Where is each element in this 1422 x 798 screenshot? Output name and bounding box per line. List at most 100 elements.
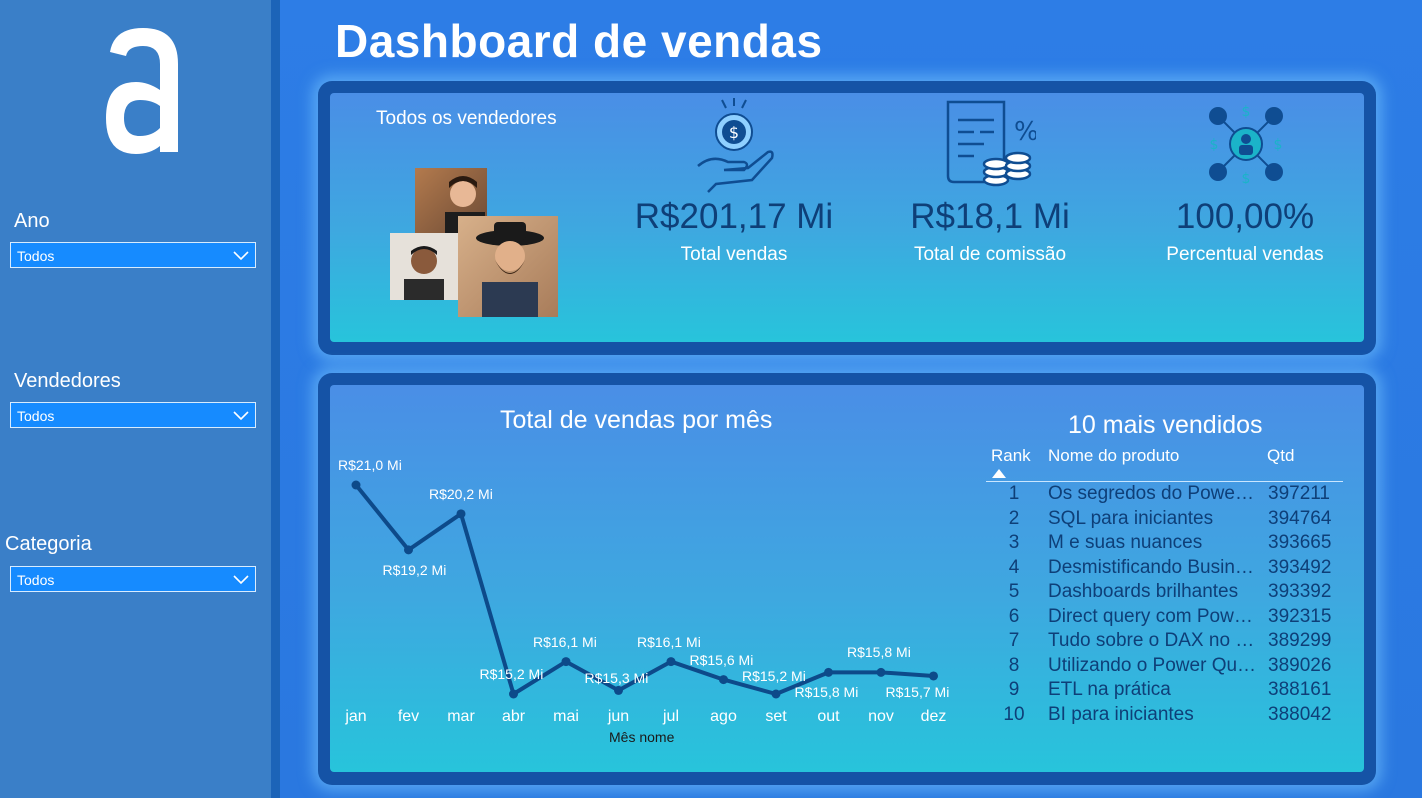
svg-text:$: $ xyxy=(729,123,739,142)
table-row[interactable]: 10 BI para iniciantes 388042 xyxy=(990,704,1340,728)
col-rank-header[interactable]: Rank xyxy=(991,446,1031,466)
data-point[interactable] xyxy=(509,689,518,699)
table-row[interactable]: 4 Desmistificando Business Intelligence 39… xyxy=(990,557,1340,581)
table-header-divider xyxy=(986,481,1343,482)
qty-cell: 388042 xyxy=(1268,703,1332,725)
percentual-vendas-label: Percentual vendas xyxy=(1166,244,1324,265)
x-tick-label: mar xyxy=(447,708,475,725)
rank-cell: 3 xyxy=(1008,532,1020,553)
data-label: R$16,1 Mi xyxy=(637,633,701,650)
x-tick-label: ago xyxy=(710,708,737,725)
chevron-down-icon xyxy=(233,251,249,261)
col-name-header[interactable]: Nome do produto xyxy=(1048,446,1179,466)
product-name-cell: Os segredos do Power BI xyxy=(1048,483,1258,504)
chevron-down-icon xyxy=(233,575,249,585)
rank-cell: 6 xyxy=(1008,605,1020,627)
table-row[interactable]: 7 Tudo sobre o DAX no Power BI 389299 xyxy=(990,630,1340,654)
seller-photo-2 xyxy=(390,233,458,300)
x-tick-label: set xyxy=(765,708,787,725)
data-point[interactable] xyxy=(929,671,938,681)
rank-cell: 5 xyxy=(1008,581,1020,602)
data-label: R$15,8 Mi xyxy=(794,684,859,701)
data-point[interactable] xyxy=(666,657,676,667)
total-comissao-value: R$18,1 Mi xyxy=(910,197,1070,236)
x-tick-label: mai xyxy=(553,708,579,725)
series-line xyxy=(354,483,934,696)
qty-cell: 388161 xyxy=(1268,679,1332,700)
rank-cell: 2 xyxy=(1008,507,1020,529)
svg-text:%: % xyxy=(1014,117,1036,147)
letter-a-logo xyxy=(106,28,178,154)
data-point[interactable] xyxy=(404,545,413,555)
product-name-cell: Tudo sobre o DAX no Power BI xyxy=(1048,630,1258,651)
x-tick-label: jul xyxy=(662,708,679,725)
vendedores-select[interactable]: Todos xyxy=(10,402,256,428)
total-vendas-label: Total vendas xyxy=(680,244,788,265)
product-name-cell: SQL para iniciantes xyxy=(1048,507,1214,529)
data-label: R$15,6 Mi xyxy=(689,651,754,668)
table-row[interactable]: 8 Utilizando o Power Query 389026 xyxy=(990,655,1340,679)
network-dollar-people-icon: $ $ $ $ xyxy=(1209,104,1283,184)
col-rank-label: Rank xyxy=(991,446,1031,465)
data-point[interactable] xyxy=(351,480,361,490)
rank-cell: 4 xyxy=(1008,556,1020,578)
money-hand-icon: $ xyxy=(697,98,774,193)
total-comissao-label: Total de comissão xyxy=(913,244,1067,265)
vendedores-select-value: Todos xyxy=(17,408,55,424)
x-tick-label: jun xyxy=(607,708,630,725)
svg-text:$: $ xyxy=(1242,171,1251,184)
product-name-cell: Direct query com Power BI xyxy=(1048,605,1258,627)
qty-cell: 394764 xyxy=(1268,507,1332,529)
x-tick-label: out xyxy=(817,708,840,725)
ano-select[interactable]: Todos xyxy=(10,242,256,268)
product-name-cell: ETL na prática xyxy=(1048,679,1171,700)
data-point[interactable] xyxy=(456,509,466,519)
chart-title: Total de vendas por mês xyxy=(500,406,773,434)
product-name-cell: M e suas nuances xyxy=(1048,532,1203,553)
table-row[interactable]: 6 Direct query com Power BI 392315 xyxy=(990,606,1340,630)
data-label: R$19,2 Mi xyxy=(382,561,447,578)
percentual-vendas-value: 100,00% xyxy=(1175,197,1315,236)
data-point[interactable] xyxy=(719,675,728,685)
x-tick-label: nov xyxy=(868,708,894,725)
data-label: R$15,3 Mi xyxy=(584,670,649,687)
x-tick-label: jan xyxy=(345,708,367,725)
qty-cell: 393665 xyxy=(1268,532,1332,553)
top10-title: 10 mais vendidos xyxy=(1068,411,1263,439)
data-point[interactable] xyxy=(561,657,571,667)
data-point[interactable] xyxy=(876,667,886,677)
table-row[interactable]: 2 SQL para iniciantes 394764 xyxy=(990,508,1340,532)
data-label: R$15,2 Mi xyxy=(479,666,544,682)
data-label: R$20,2 Mi xyxy=(429,485,493,502)
x-axis-label: Mês nome xyxy=(609,729,675,745)
table-row[interactable]: 1 Os segredos do Power BI 397211 xyxy=(990,483,1340,507)
chevron-down-icon xyxy=(233,411,249,421)
filter-label-vendedores: Vendedores xyxy=(14,370,121,392)
table-row[interactable]: 9 ETL na prática 388161 xyxy=(990,679,1340,703)
x-tick-label: fev xyxy=(397,708,420,725)
total-vendas-value: R$201,17 Mi xyxy=(634,197,834,236)
data-point[interactable] xyxy=(771,689,781,699)
svg-text:$: $ xyxy=(1274,137,1283,153)
data-label: R$21,0 Mi xyxy=(338,457,402,473)
data-point[interactable] xyxy=(824,667,833,677)
x-tick-label: abr xyxy=(501,708,526,725)
table-row[interactable]: 3 M e suas nuances 393665 xyxy=(990,532,1340,556)
table-row[interactable]: 5 Dashboards brilhantes 393392 xyxy=(990,581,1340,605)
sellers-title: Todos os vendedores xyxy=(376,108,557,129)
ano-select-value: Todos xyxy=(17,248,55,264)
col-qty-header[interactable]: Qtd xyxy=(1267,446,1294,466)
product-name-cell: Desmistificando Business Intelligence xyxy=(1048,556,1258,578)
product-name-cell: Dashboards brilhantes xyxy=(1048,581,1239,602)
qty-cell: 397211 xyxy=(1268,483,1330,504)
qty-cell: 389026 xyxy=(1268,654,1332,676)
data-label: R$15,7 Mi xyxy=(885,683,950,700)
sidebar-divider xyxy=(271,0,280,798)
qty-cell: 389299 xyxy=(1268,630,1332,651)
data-point[interactable] xyxy=(614,685,623,695)
sidebar: Ano Todos Vendedores Todos Categoria Tod… xyxy=(0,0,271,798)
seller-photo-3 xyxy=(458,216,558,317)
rank-cell: 7 xyxy=(1008,630,1020,651)
categoria-select[interactable]: Todos xyxy=(10,566,256,592)
filter-label-categoria: Categoria xyxy=(5,533,92,555)
